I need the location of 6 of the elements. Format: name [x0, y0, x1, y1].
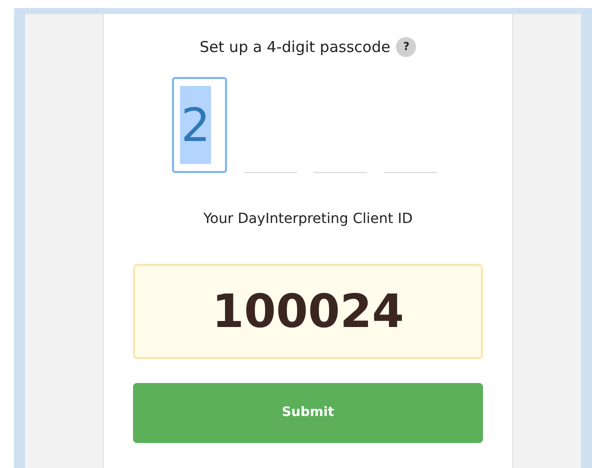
- digit-field[interactable]: 2: [172, 76, 227, 172]
- submit-button[interactable]: Submit: [133, 382, 483, 442]
- help-icon[interactable]: ?: [396, 37, 416, 58]
- client-id-label: Your DayInterpreting Client ID: [203, 210, 413, 228]
- passcode-heading: Set up a 4-digit passcode: [200, 37, 390, 58]
- client-id-number: 100024: [212, 282, 404, 340]
